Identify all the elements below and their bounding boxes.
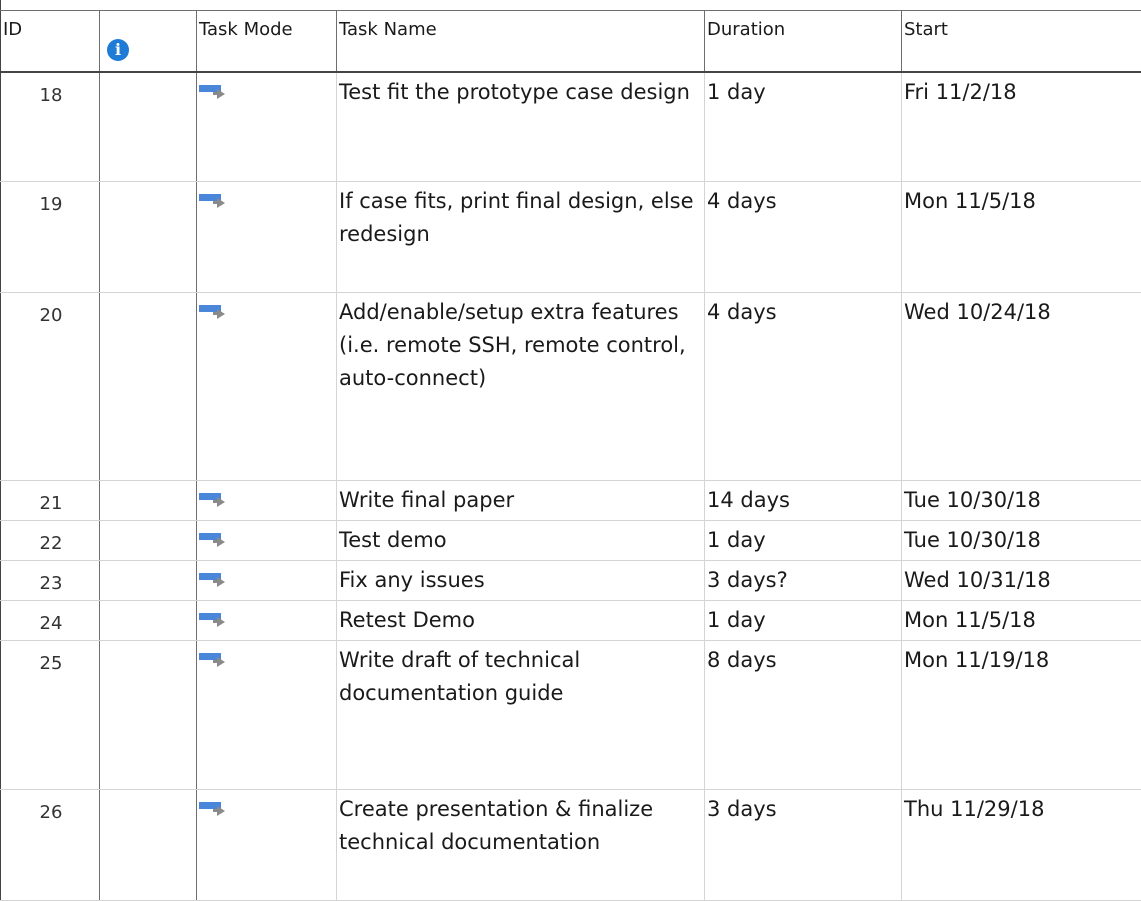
task-row[interactable]: 21 Write final paper 14 days Tue 10/30/1…	[1, 481, 1141, 521]
auto-scheduled-task-icon	[199, 303, 231, 319]
task-mode-cell[interactable]	[197, 72, 337, 182]
column-header-id[interactable]: ID	[1, 11, 100, 72]
task-mode-cell[interactable]	[197, 561, 337, 601]
duration-cell[interactable]: 1 day	[705, 72, 902, 182]
column-header-row: ID i Task Mode Task Name Duration Start	[1, 11, 1141, 72]
auto-scheduled-task-icon	[199, 531, 231, 547]
auto-scheduled-task-icon	[199, 611, 231, 627]
task-name-cell[interactable]: If case fits, print final design, else r…	[337, 182, 705, 293]
task-name-cell[interactable]: Fix any issues	[337, 561, 705, 601]
auto-scheduled-task-icon	[199, 83, 231, 99]
indicator-cell[interactable]	[100, 72, 197, 182]
indicator-cell[interactable]	[100, 601, 197, 641]
task-row[interactable]: 22 Test demo 1 day Tue 10/30/18	[1, 521, 1141, 561]
start-cell[interactable]: Tue 10/30/18	[902, 521, 1141, 561]
indicator-cell[interactable]	[100, 521, 197, 561]
task-row[interactable]: 20 Add/enable/setup extra features (i.e.…	[1, 293, 1141, 481]
start-cell[interactable]: Tue 10/30/18	[902, 481, 1141, 521]
start-cell[interactable]: Mon 11/5/18	[902, 182, 1141, 293]
task-row[interactable]: 25 Write draft of technical documentatio…	[1, 641, 1141, 790]
indicator-cell[interactable]	[100, 293, 197, 481]
task-id[interactable]: 25	[1, 641, 100, 790]
column-header-task-mode[interactable]: Task Mode	[197, 11, 337, 72]
task-name-cell[interactable]: Add/enable/setup extra features (i.e. re…	[337, 293, 705, 481]
task-mode-cell[interactable]	[197, 641, 337, 790]
duration-cell[interactable]: 3 days	[705, 790, 902, 901]
indicator-cell[interactable]	[100, 790, 197, 901]
task-name-cell[interactable]: Retest Demo	[337, 601, 705, 641]
column-header-indicators[interactable]: i	[100, 11, 197, 72]
task-name-cell[interactable]: Write final paper	[337, 481, 705, 521]
task-row[interactable]: 24 Retest Demo 1 day Mon 11/5/18	[1, 601, 1141, 641]
task-id[interactable]: 22	[1, 521, 100, 561]
task-row[interactable]: 18 Test fit the prototype case design 1 …	[1, 72, 1141, 182]
duration-cell[interactable]: 4 days	[705, 182, 902, 293]
start-cell[interactable]: Mon 11/19/18	[902, 641, 1141, 790]
task-mode-cell[interactable]	[197, 790, 337, 901]
task-mode-cell[interactable]	[197, 601, 337, 641]
duration-cell[interactable]: 1 day	[705, 521, 902, 561]
task-id[interactable]: 26	[1, 790, 100, 901]
start-cell[interactable]: Thu 11/29/18	[902, 790, 1141, 901]
task-row[interactable]: 19 If case fits, print final design, els…	[1, 182, 1141, 293]
task-id[interactable]: 18	[1, 72, 100, 182]
task-id[interactable]: 20	[1, 293, 100, 481]
indicator-cell[interactable]	[100, 641, 197, 790]
auto-scheduled-task-icon	[199, 800, 231, 816]
task-id[interactable]: 21	[1, 481, 100, 521]
task-mode-cell[interactable]	[197, 481, 337, 521]
indicator-cell[interactable]	[100, 561, 197, 601]
task-name-cell[interactable]: Write draft of technical documentation g…	[337, 641, 705, 790]
start-cell[interactable]: Fri 11/2/18	[902, 72, 1141, 182]
column-header-duration[interactable]: Duration	[705, 11, 902, 72]
start-cell[interactable]: Mon 11/5/18	[902, 601, 1141, 641]
task-row[interactable]: 23 Fix any issues 3 days? Wed 10/31/18	[1, 561, 1141, 601]
start-cell[interactable]: Wed 10/24/18	[902, 293, 1141, 481]
auto-scheduled-task-icon	[199, 651, 231, 667]
info-icon: i	[107, 39, 129, 61]
auto-scheduled-task-icon	[199, 571, 231, 587]
task-name-cell[interactable]: Create presentation & finalize technical…	[337, 790, 705, 901]
duration-cell[interactable]: 14 days	[705, 481, 902, 521]
duration-cell[interactable]: 3 days?	[705, 561, 902, 601]
task-mode-cell[interactable]	[197, 293, 337, 481]
start-cell[interactable]: Wed 10/31/18	[902, 561, 1141, 601]
task-name-cell[interactable]: Test fit the prototype case design	[337, 72, 705, 182]
column-header-start[interactable]: Start	[902, 11, 1141, 72]
indicator-cell[interactable]	[100, 182, 197, 293]
task-id[interactable]: 19	[1, 182, 100, 293]
task-mode-cell[interactable]	[197, 182, 337, 293]
sheet-top-edge	[0, 0, 1141, 10]
task-id[interactable]: 23	[1, 561, 100, 601]
task-id[interactable]: 24	[1, 601, 100, 641]
task-row[interactable]: 26 Create presentation & finalize techni…	[1, 790, 1141, 901]
duration-cell[interactable]: 4 days	[705, 293, 902, 481]
gantt-task-sheet: ID i Task Mode Task Name Duration Start …	[0, 10, 1141, 901]
column-header-task-name[interactable]: Task Name	[337, 11, 705, 72]
auto-scheduled-task-icon	[199, 491, 231, 507]
indicator-cell[interactable]	[100, 481, 197, 521]
task-name-cell[interactable]: Test demo	[337, 521, 705, 561]
duration-cell[interactable]: 8 days	[705, 641, 902, 790]
auto-scheduled-task-icon	[199, 192, 231, 208]
duration-cell[interactable]: 1 day	[705, 601, 902, 641]
task-mode-cell[interactable]	[197, 521, 337, 561]
